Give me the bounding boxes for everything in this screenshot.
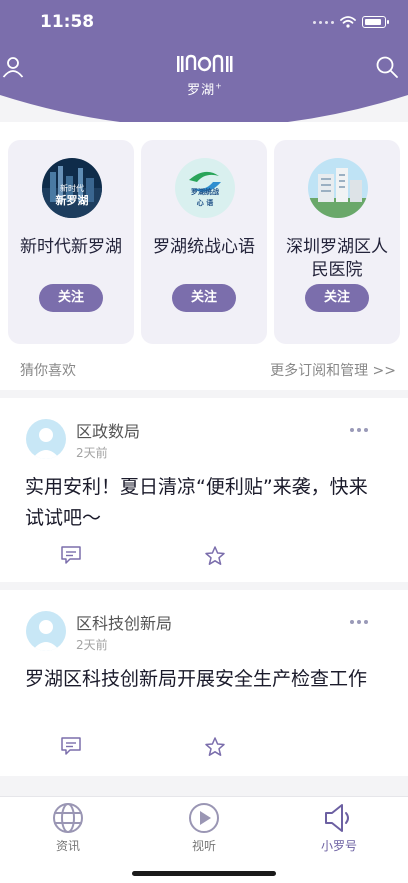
home-indicator xyxy=(132,871,276,876)
comment-icon[interactable] xyxy=(60,545,82,565)
account-name: 深圳罗湖区人民医院 xyxy=(286,237,388,280)
tab-label: 资讯 xyxy=(55,839,80,853)
status-time: 11:58 xyxy=(40,12,95,32)
follow-button[interactable]: 关注 xyxy=(172,284,236,312)
megaphone-icon xyxy=(325,804,349,832)
tab-news[interactable]: 资讯 xyxy=(28,801,108,854)
battery-icon xyxy=(362,16,389,28)
svg-text:罗湖统战: 罗湖统战 xyxy=(191,187,219,196)
svg-text:心 语: 心 语 xyxy=(197,198,213,207)
subscription-card[interactable]: 新时代 新罗湖 新时代新罗湖 关注 xyxy=(8,140,134,344)
account-logo xyxy=(308,158,368,218)
guess-you-like-label: 猜你喜欢 xyxy=(20,363,76,379)
feed-item[interactable]: 区科技创新局 2天前 罗湖区科技创新局开展安全生产检查工作 xyxy=(0,590,408,776)
brand-mark-icon xyxy=(177,54,233,72)
avatar[interactable] xyxy=(26,611,66,651)
post-time: 2天前 xyxy=(76,446,108,460)
wifi-icon xyxy=(340,16,356,28)
status-bar: 11:58 xyxy=(0,0,408,44)
headline[interactable]: 罗湖区科技创新局开展安全生产检查工作 xyxy=(25,664,384,695)
follow-button[interactable]: 关注 xyxy=(39,284,103,312)
svg-text:新时代: 新时代 xyxy=(60,183,84,193)
feed-item[interactable]: 区政数局 2天前 实用安利！夏日清凉“便利贴”来袭，快来试试吧～ xyxy=(0,398,408,582)
post-time: 2天前 xyxy=(76,638,108,652)
app-header: 11:58 罗湖+ xyxy=(0,0,408,122)
more-options-icon[interactable] xyxy=(350,620,368,624)
star-icon[interactable] xyxy=(204,545,226,567)
tab-av[interactable]: 视听 xyxy=(164,801,244,854)
tab-bar: 资讯 视听 小罗号 xyxy=(0,796,408,883)
signal-icon xyxy=(313,20,334,24)
subscription-section: 新时代 新罗湖 新时代新罗湖 关注 罗湖统战 心 语 罗湖统战心语 关注 深圳罗… xyxy=(0,122,408,390)
more-subscriptions-link[interactable]: 更多订阅和管理 >> xyxy=(270,360,396,380)
globe-icon xyxy=(53,803,83,833)
source-name[interactable]: 区科技创新局 xyxy=(76,610,172,634)
account-logo: 罗湖统战 心 语 xyxy=(175,158,235,218)
follow-button[interactable]: 关注 xyxy=(305,284,369,312)
subscription-card[interactable]: 深圳罗湖区人民医院 关注 xyxy=(274,140,400,344)
play-icon xyxy=(189,803,219,833)
svg-text:新罗湖: 新罗湖 xyxy=(56,193,89,207)
tab-label: 视听 xyxy=(191,839,216,853)
brand-name: 罗湖+ xyxy=(187,81,223,98)
tab-xiaoluohao[interactable]: 小罗号 xyxy=(299,801,379,854)
account-name: 新时代新罗湖 xyxy=(20,237,122,257)
source-name[interactable]: 区政数局 xyxy=(76,418,140,442)
user-icon[interactable] xyxy=(2,56,24,78)
subscription-card[interactable]: 罗湖统战 心 语 罗湖统战心语 关注 xyxy=(141,140,267,344)
avatar[interactable] xyxy=(26,419,66,459)
account-name: 罗湖统战心语 xyxy=(153,237,255,257)
account-logo: 新时代 新罗湖 xyxy=(42,158,102,218)
headline[interactable]: 实用安利！夏日清凉“便利贴”来袭，快来试试吧～ xyxy=(25,472,384,534)
comment-icon[interactable] xyxy=(60,736,82,756)
star-icon[interactable] xyxy=(204,736,226,758)
status-icons xyxy=(313,14,389,30)
more-options-icon[interactable] xyxy=(350,428,368,432)
search-icon[interactable] xyxy=(376,56,398,78)
brand-logo: 罗湖+ xyxy=(175,54,235,98)
tab-label: 小罗号 xyxy=(320,839,357,853)
